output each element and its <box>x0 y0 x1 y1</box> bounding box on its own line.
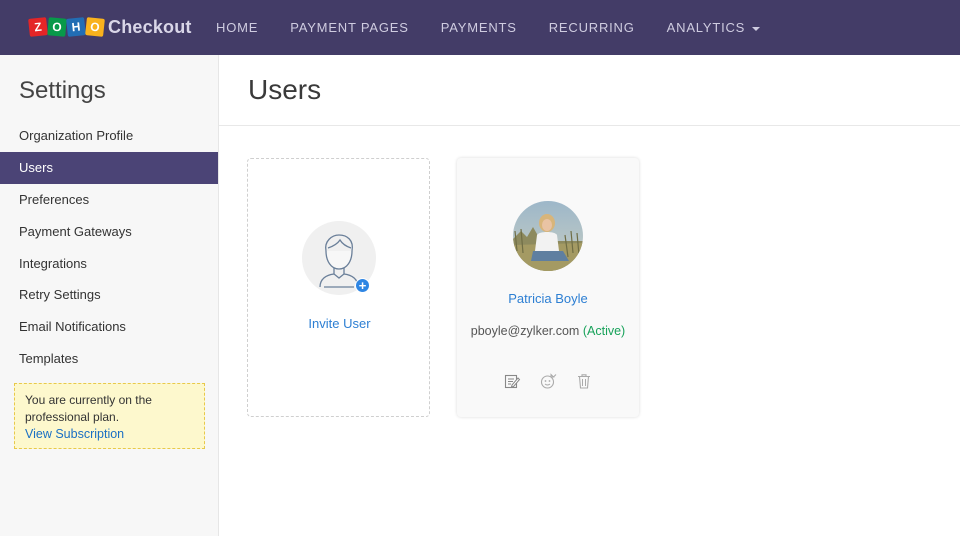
invite-user-card[interactable]: + Invite User <box>247 158 430 417</box>
logo-letter: H <box>66 17 86 37</box>
status-badge: (Active) <box>582 324 626 338</box>
settings-sidebar: Settings Organization Profile Users Pref… <box>0 55 219 536</box>
sidebar-item-retry-settings[interactable]: Retry Settings <box>0 279 218 311</box>
user-name[interactable]: Patricia Boyle <box>457 291 639 306</box>
nav-menu: HOME PAYMENT PAGES PAYMENTS RECURRING AN… <box>200 0 776 55</box>
edit-icon[interactable] <box>503 372 521 390</box>
plan-notice-text: You are currently on the professional pl… <box>25 393 152 424</box>
nav-payment-pages[interactable]: PAYMENT PAGES <box>274 0 425 55</box>
nav-analytics[interactable]: ANALYTICS <box>651 0 776 55</box>
sidebar-title: Settings <box>19 77 106 104</box>
logo-letter: O <box>85 17 105 37</box>
sidebar-item-integrations[interactable]: Integrations <box>0 247 218 279</box>
sidebar-item-users[interactable]: Users <box>0 151 218 184</box>
invite-user-label: Invite User <box>308 316 371 331</box>
zoho-checkout-logo[interactable]: Z O H O Checkout <box>28 15 192 39</box>
trash-icon[interactable] <box>575 372 593 390</box>
logo-letter: Z <box>28 17 48 37</box>
avatar <box>513 201 583 271</box>
user-card: Patricia Boyle pboyle@zylker.com (Active… <box>457 158 639 417</box>
plan-notice: You are currently on the professional pl… <box>14 383 205 449</box>
user-email: pboyle@zylker.com <box>470 324 580 338</box>
nav-analytics-label: ANALYTICS <box>666 20 746 35</box>
user-email-line: pboyle@zylker.com (Active) <box>457 324 639 338</box>
product-name: Checkout <box>108 16 192 37</box>
sidebar-item-email-notifications[interactable]: Email Notifications <box>0 311 218 343</box>
sidebar-menu: Organization Profile Users Preferences P… <box>0 120 218 374</box>
nav-recurring[interactable]: RECURRING <box>533 0 651 55</box>
nav-home[interactable]: HOME <box>200 0 274 55</box>
sidebar-item-preferences[interactable]: Preferences <box>0 184 218 216</box>
plus-icon: + <box>355 278 370 293</box>
page-title: Users <box>248 74 322 105</box>
sidebar-item-templates[interactable]: Templates <box>0 343 218 375</box>
impersonate-icon[interactable] <box>539 372 557 390</box>
view-subscription-link[interactable]: View Subscription <box>25 426 194 443</box>
chevron-down-icon <box>752 26 761 31</box>
logo-letter: O <box>47 17 67 37</box>
page-header: Users <box>219 55 960 126</box>
top-nav: Z O H O Checkout HOME PAYMENT PAGES PAYM… <box>0 0 960 55</box>
sidebar-item-organization-profile[interactable]: Organization Profile <box>0 120 218 152</box>
sidebar-item-payment-gateways[interactable]: Payment Gateways <box>0 215 218 247</box>
nav-payments[interactable]: PAYMENTS <box>425 0 533 55</box>
user-actions <box>503 372 593 390</box>
